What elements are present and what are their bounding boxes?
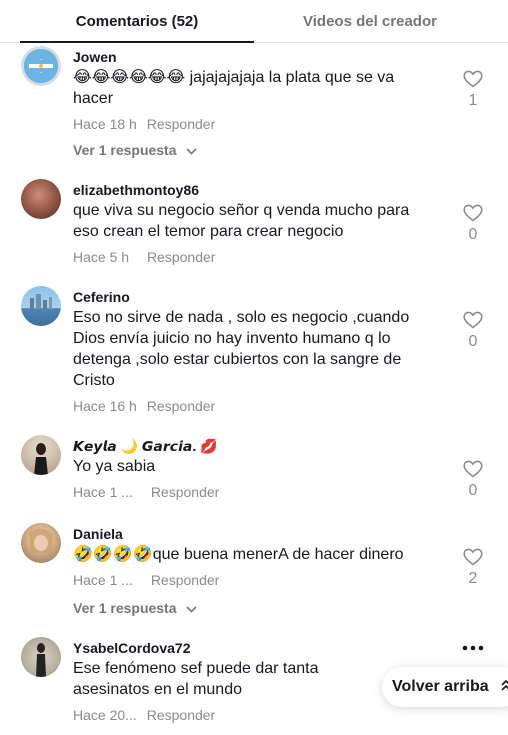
view-replies-label: Ver 1 respuesta	[73, 600, 177, 616]
tab-creator-videos[interactable]: Videos del creador	[254, 0, 486, 43]
avatar[interactable]	[21, 435, 61, 475]
heart-outline-icon	[463, 204, 483, 222]
chevron-down-icon	[186, 148, 197, 155]
view-replies-label: Ver 1 respuesta	[73, 142, 177, 158]
view-replies-button[interactable]: Ver 1 respuesta	[73, 600, 197, 616]
like-button[interactable]: 0	[460, 204, 486, 244]
comment-username[interactable]: Jowen	[73, 49, 117, 65]
comment-time: Hace 5 h	[73, 249, 130, 265]
avatar-image	[34, 443, 48, 475]
reply-button[interactable]: Responder	[151, 572, 220, 588]
view-replies-button[interactable]: Ver 1 respuesta	[73, 142, 197, 158]
comment-meta: Hace 5 h Responder	[73, 249, 215, 265]
like-button[interactable]: 2	[460, 548, 486, 588]
reply-button[interactable]: Responder	[147, 249, 216, 265]
comment-text: Ese fenómeno sef puede dar tanta asesina…	[73, 660, 319, 698]
comment-text: 🤣🤣🤣🤣que buena menerA de hacer dinero	[73, 546, 404, 563]
comment-username[interactable]: Daniela	[73, 526, 123, 542]
tab-comments[interactable]: Comentarios (52)	[20, 0, 254, 43]
comment-text: 😂😂😂😂😂😂 jajajajajaja la plata que se va h…	[73, 69, 395, 107]
comment-text: que viva su negocio señor q venda mucho …	[73, 202, 410, 240]
avatar[interactable]	[21, 523, 61, 563]
reply-button[interactable]: Responder	[151, 484, 220, 500]
comment-meta: Hace 1 ... Responder	[73, 484, 219, 500]
comment-username[interactable]: Ceferino	[73, 289, 130, 305]
like-count: 1	[468, 92, 478, 109]
comment-time: Hace 1 ...	[73, 572, 133, 588]
heart-outline-icon	[463, 548, 483, 566]
comment-meta: Hace 1 ... Responder	[73, 572, 219, 588]
avatar[interactable]	[21, 637, 61, 677]
comment-time: Hace 1 ...	[73, 484, 133, 500]
comment-meta: Hace 20... Responder	[73, 707, 215, 723]
reply-button[interactable]: Responder	[147, 116, 216, 132]
more-dots-icon[interactable]	[461, 642, 485, 654]
chevron-down-icon	[186, 606, 197, 613]
like-count: 0	[468, 226, 478, 243]
comment-username[interactable]: elizabethmontoy86	[73, 182, 199, 198]
avatar-image	[29, 60, 53, 72]
reply-button[interactable]: Responder	[147, 398, 216, 414]
comment-username[interactable]: YsabelCordova72	[73, 640, 191, 656]
back-to-top-label: Volver arriba	[392, 678, 489, 695]
like-button[interactable]: 1	[460, 70, 486, 110]
back-to-top-button[interactable]: Volver arriba	[382, 667, 508, 707]
avatar-image	[36, 643, 46, 677]
heart-outline-icon	[463, 460, 483, 478]
avatar-image	[29, 528, 53, 553]
like-count: 2	[468, 570, 478, 587]
avatar[interactable]	[21, 286, 61, 326]
comment-text: Yo ya sabia	[73, 458, 156, 475]
comment-time: Hace 18 h	[73, 116, 137, 132]
like-count: 0	[468, 333, 478, 350]
like-button[interactable]: 0	[460, 460, 486, 500]
comment-username[interactable]: 𝙆𝙚𝙮𝙡𝙖 🌙 𝙂𝙖𝙧𝙘𝙞𝙖. 💋	[73, 438, 218, 455]
like-button[interactable]: 0	[460, 311, 486, 351]
like-count: 0	[468, 482, 478, 499]
comment-meta: Hace 18 h Responder	[73, 116, 215, 132]
avatar-image	[30, 294, 52, 309]
avatar[interactable]	[21, 179, 61, 219]
heart-outline-icon	[463, 311, 483, 329]
double-chevron-up-icon	[501, 667, 508, 707]
reply-button[interactable]: Responder	[147, 707, 216, 723]
avatar[interactable]	[21, 46, 61, 86]
comment-meta: Hace 16 h Responder	[73, 398, 215, 414]
heart-outline-icon	[463, 70, 483, 88]
comment-text: Eso no sirve de nada , solo es negocio ,…	[73, 309, 410, 389]
comment-time: Hace 20...	[73, 707, 137, 723]
comment-time: Hace 16 h	[73, 398, 137, 414]
tab-bar: Comentarios (52) Videos del creador	[0, 0, 508, 43]
